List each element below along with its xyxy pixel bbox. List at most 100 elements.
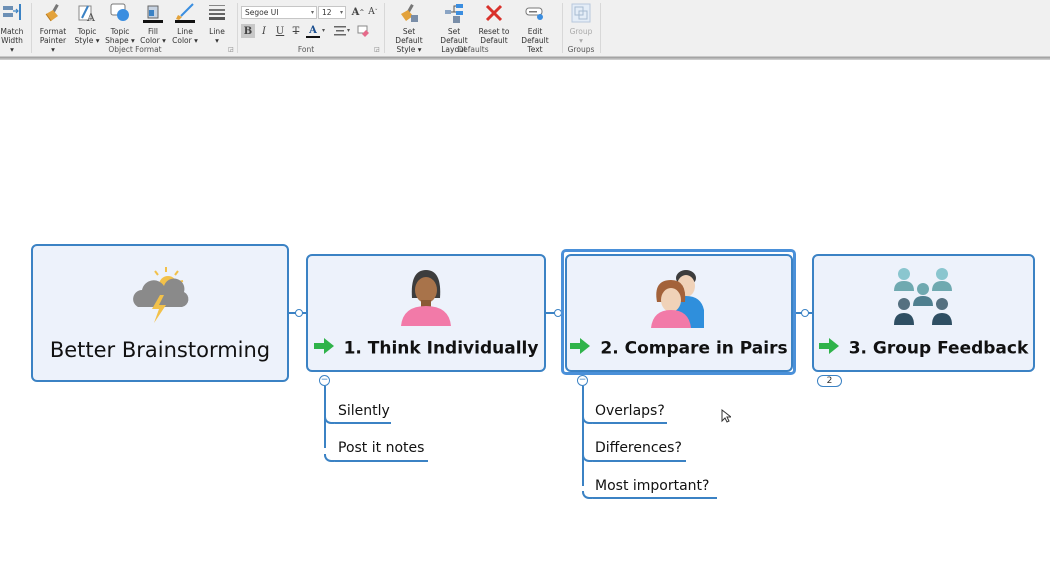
font-launcher-icon[interactable]: ◲ [374,46,380,53]
green-arrow-icon [313,338,334,359]
topic-compare-in-pairs[interactable]: 2. Compare in Pairs [565,254,793,372]
topic-think-individually[interactable]: 1. Think Individually [306,254,546,372]
object-format-launcher-icon[interactable]: ◲ [228,46,234,53]
bold-button[interactable]: B [241,24,255,38]
fill-color-button[interactable]: Fill Color ▾ [139,2,167,45]
chevron-down-icon: ▾ [310,9,314,16]
pair-icon [649,266,709,332]
reset-to-default-label: Reset to [478,27,510,36]
reset-icon [483,2,505,24]
topic-style-label-2: Style ▾ [74,36,100,45]
chevron-down-icon[interactable]: ▾ [322,27,325,34]
hidden-subtopics-count[interactable]: 2 [817,375,842,387]
underline-button[interactable]: U [273,24,287,38]
align-icon [334,26,346,36]
group-label: Group [569,27,593,36]
font-color-button[interactable]: A [306,24,320,38]
connection-knob[interactable] [295,309,303,317]
line-color-icon [174,2,196,24]
topic-group-feedback[interactable]: 3. Group Feedback [812,254,1035,372]
strikethrough-button[interactable]: T [289,24,303,38]
reset-to-default-label-2: Default [480,36,508,45]
line-style-icon [206,2,228,24]
topic-3-title-row: 3. Group Feedback [814,338,1033,359]
topic-shape-label: Topic [110,27,130,36]
reset-to-default-button[interactable]: Reset to Default [477,2,511,45]
topic-shape-button[interactable]: Topic Shape ▾ [104,2,136,45]
collapse-button[interactable]: − [319,375,330,386]
subtopic-underline [333,422,391,424]
subtopic-underline [591,460,686,462]
subtopic-silently[interactable]: Silently [338,403,390,419]
set-default-style-label: Set Default [395,27,423,45]
green-arrow-icon [818,338,839,359]
connection-knob[interactable] [801,309,809,317]
line-style-button[interactable]: Line ▾ [204,2,230,45]
mouse-cursor-icon [721,408,733,427]
subtopic-differences[interactable]: Differences? [595,440,682,456]
grow-font-icon: A [351,6,360,18]
line-color-label-2: Color ▾ [172,36,198,45]
subtopic-underline [591,422,667,424]
fill-color-icon [142,2,164,24]
object-format-group-label: Object Format [108,45,162,54]
line-style-label: Line [209,27,225,36]
subtopic-underline [333,460,428,462]
set-default-style-icon [398,2,420,24]
subtopic-most-important[interactable]: Most important? [595,478,709,494]
separator [600,3,601,53]
separator [384,3,385,53]
grow-font-button[interactable]: A ^ [351,5,365,19]
groups-group-label: Groups [567,45,595,54]
font-size-select[interactable]: 12 ▾ [318,6,346,19]
italic-button[interactable]: I [257,24,271,38]
set-default-layout-label: Set Default [440,27,468,45]
ribbon-divider [0,57,1050,60]
group-button[interactable]: Group ▾ [566,2,596,45]
topic-1-title: 1. Think Individually [343,338,539,359]
topic-style-button[interactable]: A Topic Style ▾ [72,2,102,45]
topic-shape-label-2: Shape ▾ [105,36,135,45]
topic-shape-icon [109,2,131,24]
fill-color-label: Fill [147,27,159,36]
italic-icon: I [262,25,266,37]
topic-style-icon: A [76,2,98,24]
font-size-value: 12 [322,8,332,17]
subtopic-overlaps[interactable]: Overlaps? [595,403,665,419]
chevron-down-icon[interactable]: ▾ [347,27,350,34]
group-label-2: ▾ [579,36,583,45]
match-width-label-2: Width ▾ [1,36,23,54]
match-width-button[interactable]: Match Width ▾ [0,2,24,54]
shrink-font-button[interactable]: Aˇ [366,5,380,19]
collapse-button[interactable]: − [577,375,588,386]
topic-3-title: 3. Group Feedback [848,338,1029,359]
central-topic[interactable]: Better Brainstorming [31,244,289,382]
font-group-label: Font [297,45,315,54]
set-default-layout-icon [443,2,465,24]
subtopic-underline [591,497,717,499]
subtopic-post-it-notes[interactable]: Post it notes [338,440,424,456]
group-icon [570,2,592,24]
match-width-label: Match [0,27,24,36]
bold-icon: B [243,25,253,37]
clear-format-icon [357,25,369,37]
line-color-label: Line [177,27,193,36]
line-style-label-2: ▾ [215,36,219,45]
align-button[interactable] [333,24,347,38]
separator [31,3,32,53]
person-icon [399,266,453,330]
separator [237,3,238,53]
edit-default-text-icon [524,2,546,24]
font-name-value: Segoe UI [245,8,279,17]
topic-style-label: Topic [77,27,97,36]
font-name-select[interactable]: Segoe UI ▾ [241,6,317,19]
central-topic-title: Better Brainstorming [49,338,271,362]
clear-format-button[interactable] [356,24,370,38]
line-color-button[interactable]: Line Color ▾ [170,2,200,45]
separator [562,3,563,53]
svg-text:A: A [86,11,96,24]
strikethrough-icon: T [292,25,300,37]
format-painter-icon [42,2,64,24]
ribbon: Match Width ▾ Format Painter ▾ A Topic S… [0,0,1050,57]
topic-2-title: 2. Compare in Pairs [600,338,788,359]
